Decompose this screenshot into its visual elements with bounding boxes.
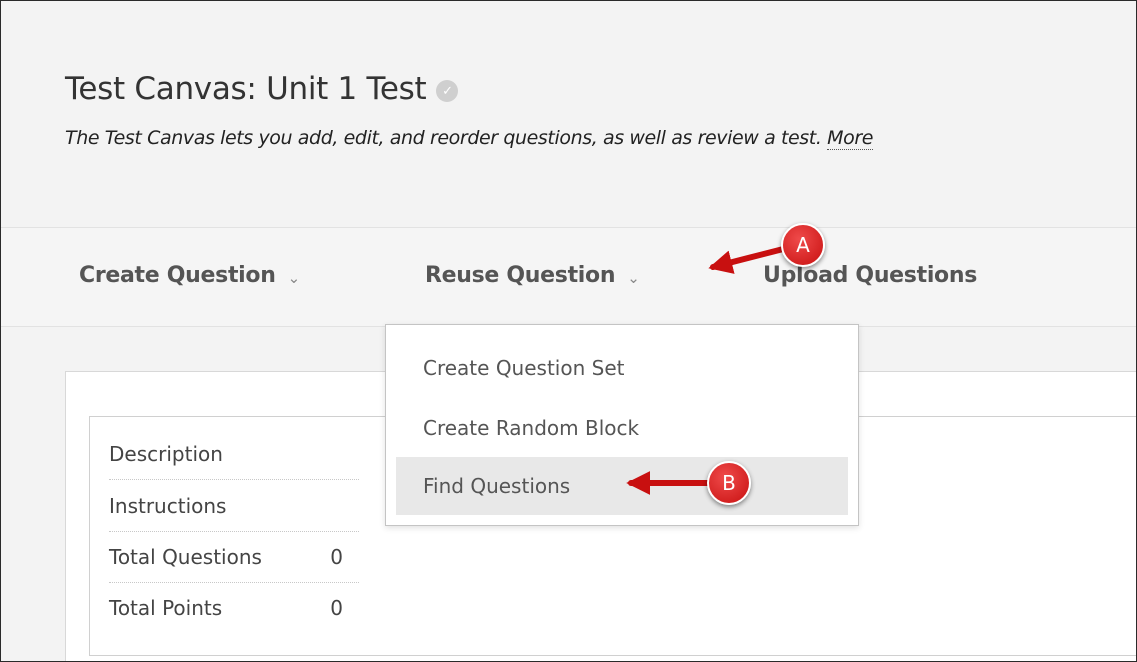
callout-a: A [781,223,825,267]
callout-b: B [707,461,751,505]
annotation-arrows [626,244,794,495]
arrow-a [708,244,794,274]
screenshot-frame: Test Canvas: Unit 1 Test ✓ The Test Canv… [0,0,1137,662]
